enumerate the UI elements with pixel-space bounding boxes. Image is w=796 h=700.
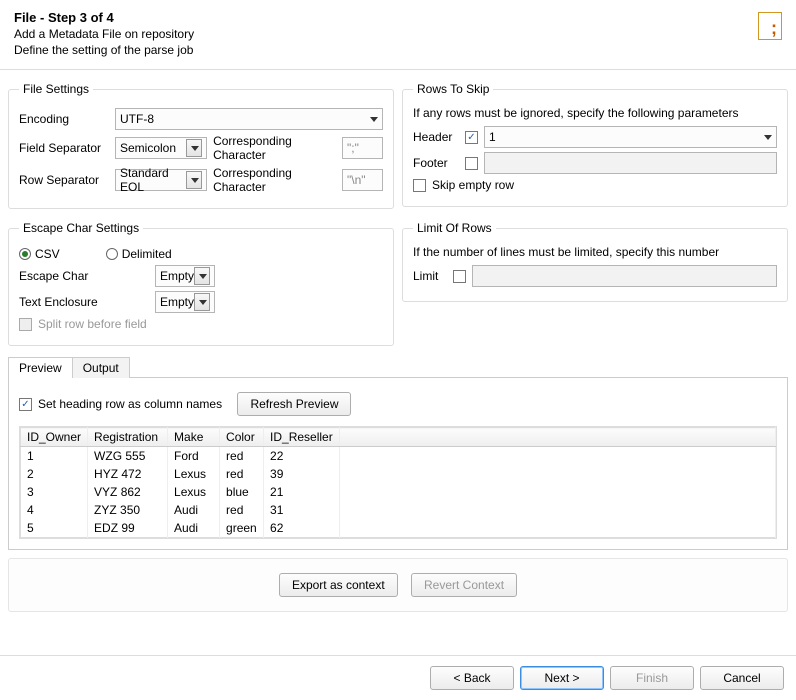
wizard-subtitle-1: Add a Metadata File on repository xyxy=(14,27,782,41)
tab-preview[interactable]: Preview xyxy=(8,357,73,378)
rows-to-skip-group: Rows To Skip If any rows must be ignored… xyxy=(402,82,788,207)
column-header[interactable]: Make xyxy=(168,428,220,447)
wizard-title: File - Step 3 of 4 xyxy=(14,10,782,25)
limit-rows-legend: Limit Of Rows xyxy=(413,221,496,235)
encoding-value: UTF-8 xyxy=(120,112,370,126)
split-row-checkbox xyxy=(19,318,32,331)
escape-char-label: Escape Char xyxy=(19,269,149,283)
dropdown-icon xyxy=(194,293,210,311)
preview-pane: ✓ Set heading row as column names Refres… xyxy=(8,378,788,550)
wizard-subtitle-2: Define the setting of the parse job xyxy=(14,43,782,57)
tab-output[interactable]: Output xyxy=(72,357,130,378)
column-header[interactable]: Registration xyxy=(88,428,168,447)
column-header[interactable]: ID_Reseller xyxy=(264,428,340,447)
field-separator-value: Semicolon xyxy=(120,141,186,155)
heading-row-label: Set heading row as column names xyxy=(38,397,222,411)
limit-field xyxy=(472,265,777,287)
revert-context-button: Revert Context xyxy=(411,573,517,597)
text-enclosure-label: Text Enclosure xyxy=(19,295,149,309)
wizard-footer: < Back Next > Finish Cancel xyxy=(0,655,796,700)
cancel-button[interactable]: Cancel xyxy=(700,666,784,690)
table-row[interactable]: 3VYZ 862Lexusblue21 xyxy=(21,483,776,501)
heading-row-checkbox[interactable]: ✓ xyxy=(19,398,32,411)
field-separator-char[interactable]: ";" xyxy=(342,137,383,159)
dropdown-icon xyxy=(186,139,202,157)
context-button-row: Export as context Revert Context xyxy=(8,558,788,612)
header-skip-value: 1 xyxy=(489,130,764,144)
file-settings-group: File Settings Encoding UTF-8 Field Separ… xyxy=(8,82,394,209)
header-skip-combo[interactable]: 1 xyxy=(484,126,777,148)
table-row[interactable]: 2HYZ 472Lexusred39 xyxy=(21,465,776,483)
footer-skip-label: Footer xyxy=(413,156,459,170)
corresponding-char-label: Corresponding Character xyxy=(213,134,336,162)
split-row-label: Split row before field xyxy=(38,317,147,331)
delimited-radio[interactable]: Delimited xyxy=(106,247,172,261)
limit-checkbox[interactable] xyxy=(453,270,466,283)
escape-char-combo[interactable]: Empty xyxy=(155,265,215,287)
dropdown-icon xyxy=(186,171,202,189)
column-header[interactable]: ID_Owner xyxy=(21,428,88,447)
table-row[interactable]: 1WZG 555Fordred22 xyxy=(21,447,776,466)
limit-label: Limit xyxy=(413,269,447,283)
skip-empty-checkbox[interactable] xyxy=(413,179,426,192)
encoding-label: Encoding xyxy=(19,112,109,126)
refresh-preview-button[interactable]: Refresh Preview xyxy=(237,392,351,416)
footer-skip-field xyxy=(484,152,777,174)
wizard-header: File - Step 3 of 4 Add a Metadata File o… xyxy=(0,0,796,63)
field-separator-combo[interactable]: Semicolon xyxy=(115,137,207,159)
column-header[interactable]: Color xyxy=(220,428,264,447)
header-skip-checkbox[interactable]: ✓ xyxy=(465,131,478,144)
next-button[interactable]: Next > xyxy=(520,666,604,690)
text-enclosure-combo[interactable]: Empty xyxy=(155,291,215,313)
csv-radio[interactable]: CSV xyxy=(19,247,60,261)
finish-button: Finish xyxy=(610,666,694,690)
escape-char-legend: Escape Char Settings xyxy=(19,221,143,235)
export-as-context-button[interactable]: Export as context xyxy=(279,573,398,597)
preview-table: ID_OwnerRegistrationMakeColorID_Reseller… xyxy=(20,427,776,538)
row-separator-char[interactable]: "\n" xyxy=(342,169,383,191)
dropdown-icon xyxy=(194,267,210,285)
footer-skip-checkbox[interactable] xyxy=(465,157,478,170)
row-separator-value: Standard EOL xyxy=(120,166,186,194)
back-button[interactable]: < Back xyxy=(430,666,514,690)
row-separator-combo[interactable]: Standard EOL xyxy=(115,169,207,191)
dropdown-icon xyxy=(370,117,378,122)
dropdown-icon xyxy=(764,135,772,140)
header-skip-label: Header xyxy=(413,130,459,144)
rows-to-skip-hint: If any rows must be ignored, specify the… xyxy=(413,106,777,120)
row-separator-label: Row Separator xyxy=(19,173,109,187)
skip-empty-label: Skip empty row xyxy=(432,178,514,192)
table-row[interactable]: 4ZYZ 350Audired31 xyxy=(21,501,776,519)
rows-to-skip-legend: Rows To Skip xyxy=(413,82,493,96)
table-row[interactable]: 5EDZ 99Audigreen62 xyxy=(21,519,776,538)
limit-rows-group: Limit Of Rows If the number of lines mus… xyxy=(402,221,788,302)
file-settings-legend: File Settings xyxy=(19,82,93,96)
limit-rows-hint: If the number of lines must be limited, … xyxy=(413,245,777,259)
field-separator-label: Field Separator xyxy=(19,141,109,155)
file-icon xyxy=(758,12,782,40)
encoding-combo[interactable]: UTF-8 xyxy=(115,108,383,130)
escape-char-group: Escape Char Settings CSV Delimited Escap… xyxy=(8,221,394,346)
preview-tabs: Preview Output xyxy=(8,356,788,378)
corresponding-char-label-2: Corresponding Character xyxy=(213,166,336,194)
